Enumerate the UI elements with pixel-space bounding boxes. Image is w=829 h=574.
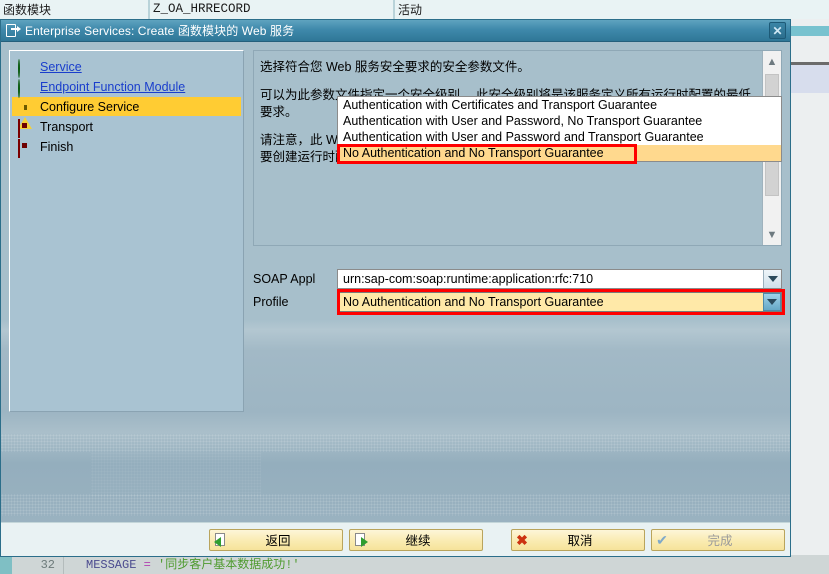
web-service-wizard-dialog: Enterprise Services: Create 函数模块的 Web 服务… [0,19,791,557]
dialog-title: Enterprise Services: Create 函数模块的 Web 服务 [25,24,295,38]
profile-value: No Authentication and No Transport Guara… [343,295,604,309]
configuration-form: SOAP Appl urn:sap-com:soap:runtime:appli… [253,96,785,315]
close-icon[interactable]: ✕ [769,22,786,39]
sidebar-item-label: Endpoint Function Module [40,79,186,94]
status-pending-icon [18,118,32,138]
sidebar-item-label: Finish [40,139,74,154]
sidebar-item-configure-service[interactable]: Configure Service [12,97,241,129]
cancel-button[interactable]: ✖ 取消 [511,528,645,551]
dropdown-option[interactable]: Authentication with Certificates and Tra… [338,97,781,113]
profile-dropdown-list[interactable]: Authentication with Certificates and Tra… [337,96,782,162]
code-line-text: MESSAGE = '同步客户基本数据成功!' [64,555,300,574]
chevron-up-icon[interactable]: ▲ [763,51,781,72]
dropdown-option[interactable]: Authentication with User and Password an… [338,129,781,145]
profile-row: Profile No Authentication and No Transpo… [253,289,785,315]
window-document-icon [6,24,21,37]
finish-button-label: 完成 [707,534,733,548]
chevron-down-icon[interactable] [763,293,781,311]
background-status-text: 活动 [395,0,829,19]
back-button[interactable]: 返回 [209,528,343,551]
wizard-content: 选择符合您 Web 服务安全要求的安全参数文件。 可以为此参数文件指定一个安全级… [253,50,785,548]
dropdown-option[interactable]: Authentication with User and Password, N… [338,113,781,129]
background-right-panel [790,19,829,574]
sidebar-item-service[interactable]: Service [12,57,241,78]
background-toolbar: 函数模块 Z_OA_HRRECORD 活动 [0,0,829,19]
code-line-number: 32 [12,555,64,574]
code-keyword: MESSAGE [86,557,137,572]
sidebar-item-label: Service [40,59,82,74]
chevron-down-icon[interactable] [763,270,781,288]
profile-label: Profile [253,295,289,309]
cancel-x-icon: ✖ [516,531,528,548]
status-done-icon [18,78,32,98]
dialog-body: Service Endpoint Function Module Configu… [1,42,790,556]
soap-appl-row: SOAP Appl urn:sap-com:soap:runtime:appli… [253,269,782,289]
code-operator: = [143,557,151,572]
background-object-name: Z_OA_HRRECORD [150,0,395,19]
description-paragraph: 选择符合您 Web 服务安全要求的安全参数文件。 [260,60,530,74]
cancel-button-label: 取消 [567,534,593,548]
check-icon: ✔ [656,531,668,548]
forward-document-icon [350,532,370,547]
status-pending-icon [18,138,32,158]
back-document-icon [210,532,230,547]
soap-appl-value: urn:sap-com:soap:runtime:application:rfc… [343,272,594,286]
background-toolbar-label: 函数模块 [0,0,150,19]
soap-appl-label: SOAP Appl [253,272,316,286]
soap-appl-select[interactable]: urn:sap-com:soap:runtime:application:rfc… [337,269,782,289]
code-string: '同步客户基本数据成功!' [158,557,300,572]
finish-button: ✔ 完成 [651,528,785,551]
back-button-label: 返回 [265,534,291,548]
sidebar-item-finish[interactable]: Finish [12,137,241,158]
sidebar-item-label: Configure Service [40,99,140,114]
background-code-line: 32 MESSAGE = '同步客户基本数据成功!' [0,555,829,574]
dialog-texture-band-3 [91,452,261,497]
continue-button[interactable]: 继续 [349,528,483,551]
code-gutter-edge [0,555,12,574]
profile-select[interactable]: No Authentication and No Transport Guara… [337,292,782,312]
dropdown-option-selected[interactable]: No Authentication and No Transport Guara… [338,145,781,161]
sidebar-item-label: Transport [40,119,94,134]
background-band-lavender [790,65,829,93]
dialog-titlebar: Enterprise Services: Create 函数模块的 Web 服务… [1,20,790,42]
chevron-down-icon[interactable]: ▼ [763,224,781,245]
status-done-icon [18,58,32,78]
continue-button-label: 继续 [405,534,431,548]
background-band-teal [790,26,829,36]
sidebar-item-transport[interactable]: Transport [12,117,241,138]
dialog-footer: 返回 继续 ✖ 取消 ✔ 完成 [1,522,790,556]
wizard-step-list: Service Endpoint Function Module Configu… [9,50,244,412]
status-warning-icon [18,99,32,129]
sidebar-item-endpoint-function-module[interactable]: Endpoint Function Module [12,77,241,98]
